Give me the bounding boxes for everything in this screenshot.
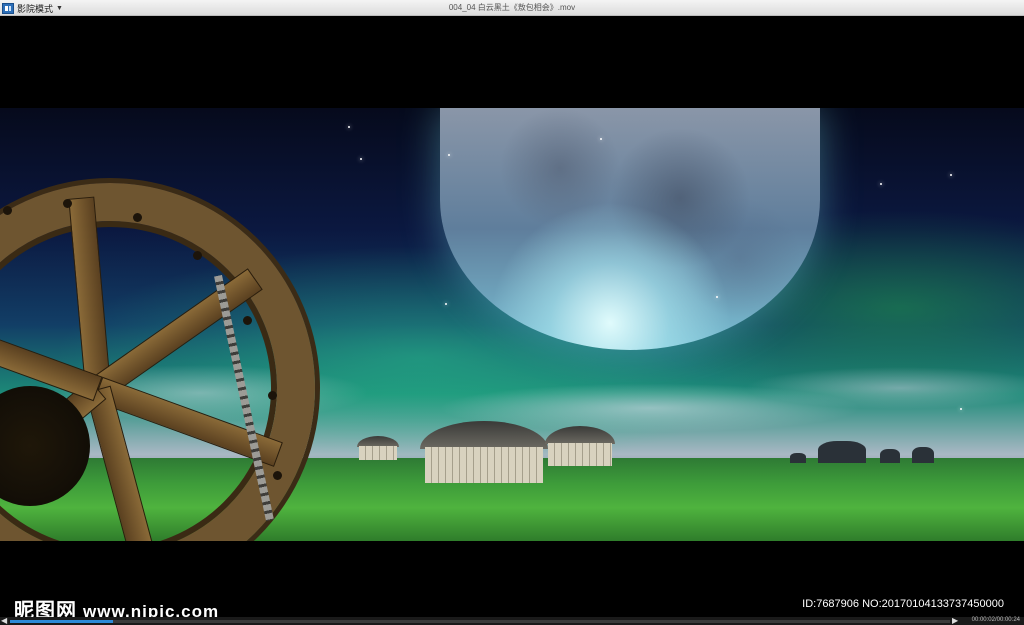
- title-bar: 影院模式 ▼ 004_04 白云黑土《敖包相会》.mov: [0, 0, 1024, 16]
- forward-icon[interactable]: ▶: [952, 616, 958, 625]
- seek-progress: [10, 620, 114, 623]
- yurt: [357, 436, 399, 460]
- star: [880, 183, 882, 185]
- star: [950, 174, 952, 176]
- time-display: 00:00:02/00:00:24: [971, 617, 1020, 623]
- video-frame: [0, 108, 1024, 541]
- seek-bar[interactable]: [10, 620, 950, 623]
- star: [716, 296, 718, 298]
- moon-image: [440, 108, 820, 350]
- yurt: [420, 421, 548, 483]
- star: [348, 126, 350, 128]
- player-control-bar: ◀ ▶ 00:00:02/00:00:24: [0, 616, 1024, 625]
- yurt: [545, 426, 615, 466]
- distant-camp: [790, 433, 950, 463]
- video-area[interactable]: 昵图网 www.nipic.com: [0, 16, 1024, 622]
- watermark-id: ID:7687906 NO:20170104133737450000: [802, 598, 1004, 610]
- star: [448, 154, 450, 156]
- star: [445, 303, 447, 305]
- rewind-icon[interactable]: ◀: [1, 616, 7, 625]
- window-title: 004_04 白云黑土《敖包相会》.mov: [448, 3, 576, 12]
- star: [360, 158, 362, 160]
- star: [600, 138, 602, 140]
